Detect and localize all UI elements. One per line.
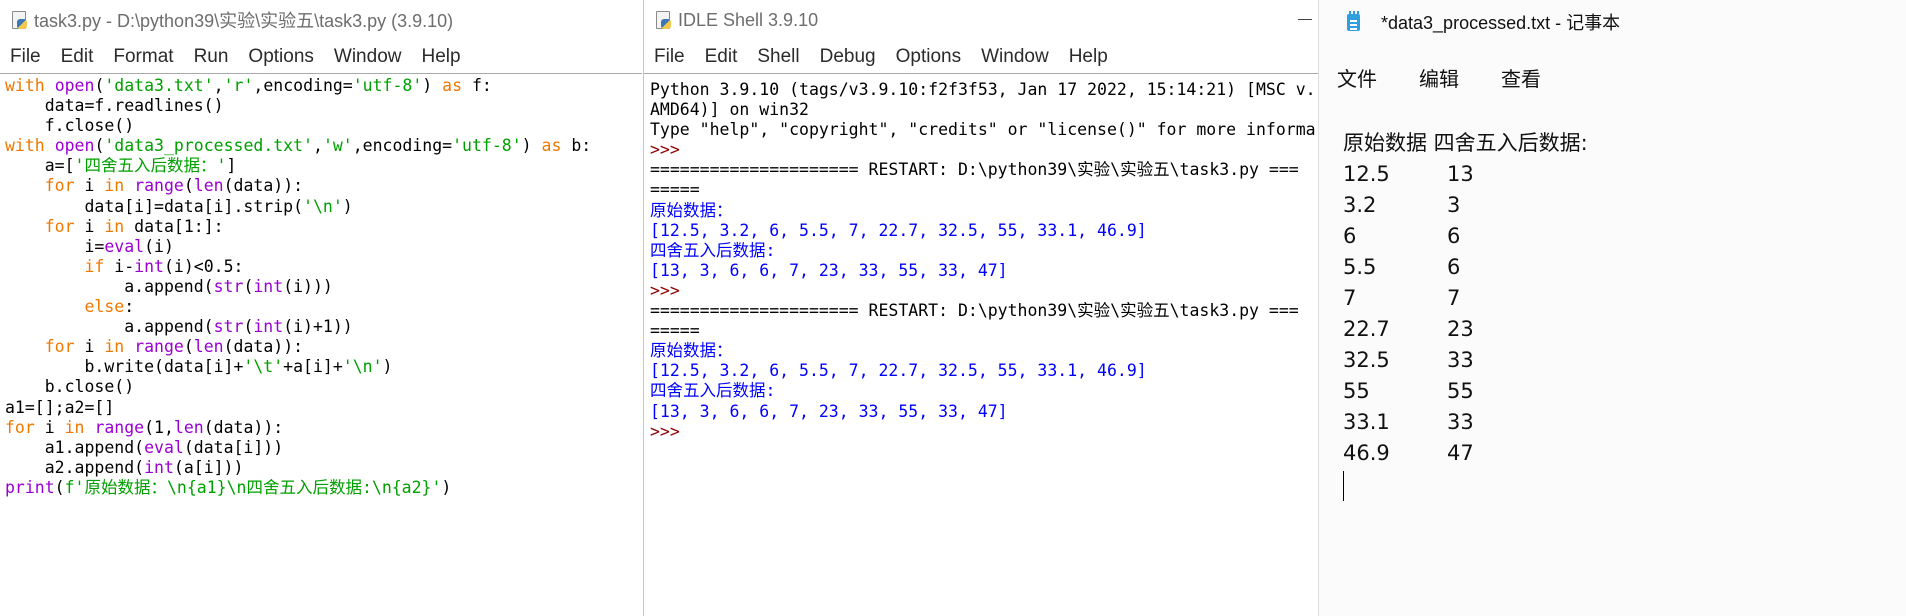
shell-menu-window[interactable]: Window (981, 46, 1049, 68)
notepad-menu-edit[interactable]: 编辑 (1419, 63, 1459, 92)
rounded-value: 7 (1447, 286, 1461, 310)
shell-menu-options[interactable]: Options (896, 46, 961, 68)
original-value: 12.5 (1343, 162, 1390, 186)
rounded-value: 33 (1447, 410, 1474, 434)
text-line: 32.5 33 (1343, 345, 1906, 376)
text-line: 12.5 13 (1343, 159, 1906, 190)
text-line: 55 55 (1343, 376, 1906, 407)
notepad-window: *data3_processed.txt - 记事本 文件 编辑 查看 原始数据… (1318, 0, 1906, 616)
python-file-icon (10, 10, 28, 30)
text-line: 66 (1343, 221, 1906, 252)
rounded-value: 47 (1447, 441, 1474, 465)
rounded-value: 6 (1447, 224, 1461, 248)
original-value: 6 (1343, 224, 1357, 248)
text-line: 5.5 6 (1343, 252, 1906, 283)
text-line: 22.7 23 (1343, 314, 1906, 345)
shell-output-area[interactable]: Python 3.9.10 (tags/v3.9.10:f2f3f53, Jan… (644, 74, 1318, 442)
rounded-value: 13 (1447, 162, 1474, 186)
shell-window: IDLE Shell 3.9.10 File Edit Shell Debug … (643, 0, 1318, 616)
editor-menu-file[interactable]: File (10, 46, 41, 68)
rounded-value: 33 (1447, 348, 1474, 372)
shell-menu-help[interactable]: Help (1069, 46, 1108, 68)
editor-window: task3.py - D:\python39\实验\实验五\task3.py (… (0, 0, 642, 616)
shell-title: IDLE Shell 3.9.10 (678, 9, 819, 30)
editor-code-area[interactable]: with open('data3.txt','r',encoding='utf-… (0, 74, 642, 498)
editor-menu-window[interactable]: Window (334, 46, 402, 68)
notepad-text-area[interactable]: 原始数据 四舍五入后数据: 12.5 13 3.2 3 66 5.5 6 77 22.… (1319, 110, 1906, 501)
editor-menubar: File Edit Format Run Options Window Help (0, 40, 642, 74)
rounded-value: 6 (1447, 255, 1461, 279)
minimize-icon[interactable] (1298, 19, 1312, 20)
original-value: 55 (1343, 379, 1370, 403)
original-value: 5.5 (1343, 255, 1377, 279)
notepad-titlebar: *data3_processed.txt - 记事本 (1319, 0, 1906, 44)
rounded-value: 23 (1447, 317, 1474, 341)
shell-menu-shell[interactable]: Shell (757, 46, 799, 68)
text-line: 46.9 47 (1343, 438, 1906, 469)
editor-menu-edit[interactable]: Edit (61, 46, 94, 68)
shell-titlebar: IDLE Shell 3.9.10 (644, 0, 1318, 40)
text-line: 33.1 33 (1343, 407, 1906, 438)
shell-menubar: File Edit Shell Debug Options Window Hel… (644, 40, 1318, 74)
editor-menu-options[interactable]: Options (248, 46, 313, 68)
notepad-menu-view[interactable]: 查看 (1501, 63, 1541, 92)
editor-menu-help[interactable]: Help (421, 46, 460, 68)
editor-menu-run[interactable]: Run (194, 46, 229, 68)
notepad-menubar: 文件 编辑 查看 (1319, 44, 1906, 110)
python-shell-icon (654, 10, 672, 30)
editor-title: task3.py - D:\python39\实验\实验五\task3.py (… (34, 11, 454, 31)
notepad-title: *data3_processed.txt - 记事本 (1381, 13, 1621, 33)
shell-menu-file[interactable]: File (654, 46, 685, 68)
text-line: 3.2 3 (1343, 190, 1906, 221)
editor-titlebar: task3.py - D:\python39\实验\实验五\task3.py (… (0, 0, 642, 40)
shell-menu-debug[interactable]: Debug (820, 46, 876, 68)
rounded-value: 55 (1447, 379, 1474, 403)
original-value: 3.2 (1343, 193, 1377, 217)
text-caret (1343, 471, 1344, 501)
rounded-value: 3 (1447, 193, 1461, 217)
original-value: 46.9 (1343, 441, 1390, 465)
text-header-line: 原始数据 四舍五入后数据: (1343, 131, 1588, 155)
text-line: 77 (1343, 283, 1906, 314)
editor-menu-format[interactable]: Format (113, 46, 173, 68)
original-value: 32.5 (1343, 348, 1390, 372)
notepad-menu-file[interactable]: 文件 (1337, 63, 1377, 92)
original-value: 7 (1343, 286, 1357, 310)
shell-menu-edit[interactable]: Edit (705, 46, 738, 68)
original-value: 22.7 (1343, 317, 1390, 341)
original-value: 33.1 (1343, 410, 1390, 434)
notepad-icon (1345, 11, 1363, 33)
